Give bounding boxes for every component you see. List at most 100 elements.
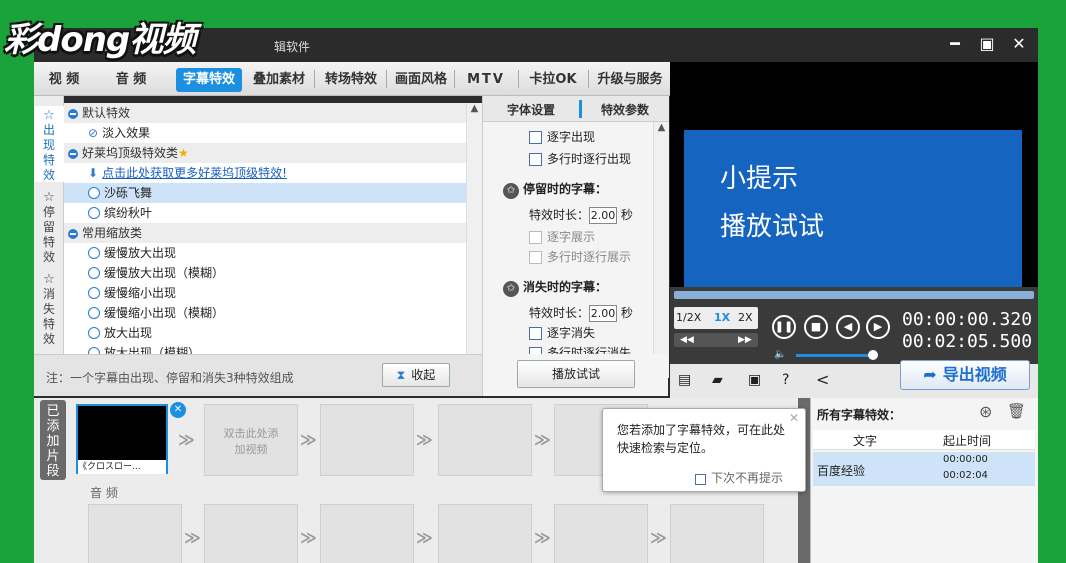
checkbox[interactable]	[529, 153, 542, 166]
list-item[interactable]: 放大出现	[64, 323, 482, 343]
add-video-slot[interactable]: 双击此处添加视频	[204, 404, 298, 476]
audio-slot[interactable]	[88, 504, 182, 563]
side-tab-appear[interactable]: ☆ 出现特效	[34, 106, 64, 182]
save-icon[interactable]: ▣	[748, 372, 761, 388]
list-scrollbar[interactable]: ▲	[466, 103, 482, 378]
audio-slot[interactable]	[438, 504, 532, 563]
speed-2x[interactable]: 2X	[738, 307, 753, 329]
params-scrollbar[interactable]: ▲	[653, 122, 669, 378]
checkbox[interactable]	[529, 327, 542, 340]
collapse-icon	[68, 229, 78, 239]
tooltip-text: 您若添加了字幕特效，可在此处快速检索与定位。	[617, 423, 786, 455]
option-label: 多行时逐行出现	[547, 152, 632, 166]
list-item[interactable]: 沙砾飞舞	[64, 183, 482, 203]
tab-subtitle-effects[interactable]: 字幕特效	[176, 68, 242, 92]
tab-mtv[interactable]: MTV	[458, 68, 514, 92]
list-item[interactable]: 缓慢放大出现	[64, 243, 482, 263]
maximize-icon[interactable]: ▣	[976, 34, 998, 53]
prev-icon[interactable]: ◀	[836, 315, 860, 339]
table-row[interactable]: 百度经验 00:00:00 00:02:04	[813, 452, 1035, 486]
group-default[interactable]: 默认特效	[64, 103, 482, 123]
tab-upgrade[interactable]: 升级与服务	[592, 68, 668, 92]
empty-slot[interactable]	[438, 404, 532, 476]
audio-slot[interactable]	[670, 504, 764, 563]
step-forward-icon[interactable]: ▶▶	[738, 333, 752, 347]
step-back-icon[interactable]: ◀◀	[680, 333, 694, 347]
export-video-button[interactable]: ➦ 导出视频	[900, 360, 1030, 390]
audio-slot[interactable]	[320, 504, 414, 563]
char-appear-option[interactable]: 逐字出现	[529, 128, 595, 145]
speed-half[interactable]: 1/2X	[676, 307, 701, 329]
tab-style[interactable]: 画面风格	[390, 68, 452, 92]
audio-slot[interactable]	[204, 504, 298, 563]
exit-duration-input[interactable]: 2.00	[589, 305, 618, 322]
tab-video[interactable]: 视 频	[38, 68, 90, 92]
effects-list: 默认特效 ⊘ 淡入效果 好莱坞顶级特效类★ ⬇ 点击此处获取更多好莱坞顶级特效! 沙…	[64, 103, 482, 378]
char-exit-option[interactable]: 逐字消失	[529, 324, 595, 341]
option-label: 逐字消失	[547, 326, 596, 340]
tab-audio[interactable]: 音 频	[104, 68, 158, 92]
audio-slot[interactable]	[554, 504, 648, 563]
share-icon[interactable]: <	[816, 370, 829, 389]
minimize-icon[interactable]: ━	[944, 34, 966, 53]
tab-overlay[interactable]: 叠加素材	[248, 68, 310, 92]
tab-effect-params[interactable]: 特效参数	[587, 101, 663, 118]
tab-karaoke[interactable]: 卡拉OK	[522, 68, 584, 92]
dont-show-option[interactable]: 下次不再提示	[695, 469, 783, 486]
chevron-right-icon: ≫	[650, 528, 667, 547]
progress-bar[interactable]	[674, 291, 1034, 299]
checkbox[interactable]	[529, 131, 542, 144]
side-tab-stay[interactable]: ☆ 停留特效	[34, 188, 64, 264]
close-icon[interactable]: ✕	[789, 411, 799, 425]
chevron-right-icon: ≫	[300, 528, 317, 547]
volume-slider[interactable]	[796, 354, 870, 357]
option-label: 多行时逐行展示	[547, 250, 632, 264]
char-show-option[interactable]: 逐字展示	[529, 228, 595, 245]
group-hollywood[interactable]: 好莱坞顶级特效类★	[64, 143, 482, 163]
empty-slot[interactable]	[320, 404, 414, 476]
checkbox[interactable]	[529, 231, 542, 244]
help-icon[interactable]: ?	[782, 372, 789, 388]
collapse-button[interactable]: ⧗ 收起	[382, 363, 450, 387]
list-item[interactable]: 缓慢放大出现（模糊）	[64, 263, 482, 283]
trash-icon[interactable]: 🗑	[1007, 402, 1026, 420]
checkbox[interactable]	[695, 474, 706, 485]
group-label: 默认特效	[82, 106, 131, 120]
volume-knob[interactable]	[868, 350, 878, 360]
video-clip[interactable]: 《クロスロー...	[76, 404, 168, 474]
col-time-header: 起止时间	[943, 434, 992, 448]
more-effects-link-row[interactable]: ⬇ 点击此处获取更多好莱坞顶级特效!	[64, 163, 482, 183]
stay-heading-label: 停留时的字幕：	[523, 182, 608, 196]
volume-icon[interactable]: 🔈	[774, 349, 786, 360]
more-effects-link[interactable]: 点击此处获取更多好莱坞顶级特效!	[102, 166, 287, 180]
pause-icon[interactable]: ❚❚	[772, 315, 796, 339]
scroll-up-icon[interactable]: ▲	[467, 103, 482, 114]
group-zoom[interactable]: 常用缩放类	[64, 223, 482, 243]
list-item[interactable]: 缤纷秋叶	[64, 203, 482, 223]
speed-1x[interactable]: 1X	[714, 307, 730, 329]
stay-duration-input[interactable]: 2.00	[589, 207, 618, 224]
line-appear-option[interactable]: 多行时逐行出现	[529, 150, 631, 167]
side-tab-exit[interactable]: ☆ 消失特效	[34, 270, 64, 346]
chevron-right-icon: ≫	[300, 430, 317, 449]
tab-font-settings[interactable]: 字体设置	[491, 101, 571, 118]
list-item[interactable]: ⊘ 淡入效果	[64, 123, 482, 143]
next-icon[interactable]: ▶	[866, 315, 890, 339]
list-item[interactable]: 缓慢缩小出现	[64, 283, 482, 303]
line-show-option[interactable]: 多行时逐行展示	[529, 248, 631, 265]
tab-transition[interactable]: 转场特效	[318, 68, 384, 92]
close-icon[interactable]: ✕	[1008, 34, 1030, 53]
list-item[interactable]: 缓慢缩小出现（模糊）	[64, 303, 482, 323]
locate-icon[interactable]: ⊛	[979, 402, 992, 421]
play-test-button[interactable]: 播放试试	[517, 360, 635, 388]
stop-icon[interactable]: ■	[804, 315, 828, 339]
star-outline-icon: ☆	[43, 272, 55, 287]
check-circle-icon: ⊘	[88, 126, 99, 140]
scroll-up-icon[interactable]: ▲	[654, 122, 669, 133]
checkbox[interactable]	[529, 251, 542, 264]
open-folder-icon[interactable]: ▰	[712, 372, 723, 388]
remove-clip-icon[interactable]: ✕	[170, 402, 186, 418]
new-icon[interactable]: ▤	[678, 372, 691, 388]
app-window: 爱剪 最易用 辑软件 ━ ▣ ✕ 视 频 音 频 字幕特效 叠加素材 转场特效 …	[34, 28, 1038, 563]
added-clips-tab[interactable]: 已添加片段	[40, 400, 66, 480]
